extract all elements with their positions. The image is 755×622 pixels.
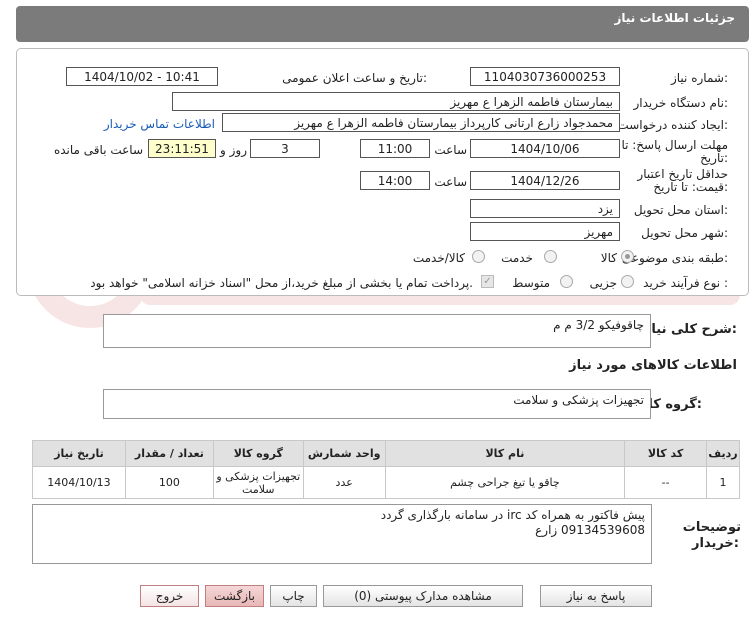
items-table: ردیف کد کالا نام کالا واحد شمارش گروه کا…: [32, 440, 740, 499]
process-label: نوع فرآیند خرید :: [643, 276, 728, 290]
category-radio-goods-service[interactable]: [472, 250, 485, 263]
cell-qty: 100: [124, 466, 214, 499]
goods-info-title: اطلاعات کالاهای مورد نیاز: [569, 358, 737, 373]
city-label: شهر محل تحویل:: [641, 226, 728, 240]
buyer-notes-label-2: خریدار:: [692, 536, 739, 551]
cell-unit: عدد: [302, 466, 386, 499]
days-label: روز و: [220, 143, 247, 157]
summary-field: چاقوفیکو 3/2 م م: [103, 314, 651, 348]
price-validity-label: حداقل تاریخ اعتبار: [637, 167, 728, 181]
page-title: جزئیات اطلاعات نیاز: [614, 11, 735, 25]
reply-date-field: 1404/10/06: [470, 139, 620, 158]
price-validity-label-2: قیمت: تا تاریخ:: [653, 180, 728, 194]
process-option-medium: متوسط: [512, 276, 550, 290]
province-field: یزد: [470, 199, 620, 218]
time-remaining-label: ساعت باقی مانده: [53, 143, 143, 157]
buyer-notes-field: پیش فاکتور به همراه کد irc در سامانه بار…: [32, 504, 652, 564]
category-option-service: خدمت: [501, 251, 533, 265]
need-number-field: 1104030736000253: [470, 67, 620, 86]
price-validity-time-label: ساعت: [434, 175, 467, 189]
goods-group-field: تجهیزات پزشکی و سلامت: [103, 389, 651, 419]
process-option-minor: جزیی: [589, 276, 617, 290]
cell-date: 1404/10/13: [32, 466, 126, 499]
table-row: 1 -- چاقو یا تیغ جراحی چشم عدد تجهیزات پ…: [32, 466, 740, 499]
cell-group: تجهیزات پزشکی و سلامت: [212, 466, 304, 499]
exit-button[interactable]: خروج: [140, 585, 199, 607]
cell-name: چاقو یا تیغ جراحی چشم: [384, 466, 626, 499]
province-label: استان محل تحویل:: [633, 203, 728, 217]
requester-field: محمدجواد زارع ارتانی کارپرداز بیمارستان …: [222, 113, 620, 132]
buyer-contact-link[interactable]: اطلاعات تماس خریدار: [104, 117, 215, 131]
price-validity-time-field: 14:00: [360, 171, 430, 190]
col-row: ردیف: [706, 440, 740, 467]
process-radio-medium[interactable]: [560, 275, 573, 288]
announce-date-label: تاریخ و ساعت اعلان عمومی:: [282, 71, 427, 85]
city-field: مهریز: [470, 222, 620, 241]
buyer-notes-label: توضیحات: [682, 520, 741, 535]
category-radio-service[interactable]: [544, 250, 557, 263]
back-button[interactable]: بازگشت: [205, 585, 264, 607]
treasury-payment-note: پرداخت تمام یا بخشی از مبلغ خرید،از محل …: [90, 276, 473, 290]
treasury-payment-checkbox[interactable]: ✓: [481, 275, 494, 288]
reply-deadline-label-2: تاریخ:: [700, 151, 728, 165]
category-option-goods: کالا: [600, 251, 617, 265]
print-button[interactable]: چاپ: [270, 585, 317, 607]
view-attachments-button[interactable]: مشاهده مدارک پیوستی (0): [323, 585, 523, 607]
requester-label: ایجاد کننده درخواست:: [617, 118, 728, 132]
price-validity-date-field: 1404/12/26: [470, 171, 620, 190]
reply-time-label: ساعت: [434, 143, 467, 157]
summary-label: شرح کلی نیاز:: [643, 322, 737, 337]
buyer-notes-line-2: 09134539608 زارع: [535, 523, 645, 537]
category-radio-goods[interactable]: [621, 250, 634, 263]
buyer-notes-line-1: پیش فاکتور به همراه کد irc در سامانه بار…: [380, 508, 645, 522]
reply-button[interactable]: پاسخ به نیاز: [540, 585, 652, 607]
cell-code: --: [624, 466, 708, 499]
col-name: نام کالا: [384, 440, 626, 467]
col-code: کد کالا: [624, 440, 708, 467]
category-label: طبقه بندی موضوعی:: [621, 251, 728, 265]
col-group: گروه کالا: [212, 440, 304, 467]
col-date: تاریخ نیاز: [32, 440, 126, 467]
announce-date-field: 1404/10/02 - 10:41: [66, 67, 218, 86]
cell-row: 1: [706, 466, 740, 499]
process-radio-minor[interactable]: [621, 275, 634, 288]
time-remaining-field: 23:11:51: [148, 139, 216, 158]
days-remaining-field: 3: [250, 139, 320, 158]
reply-time-field: 11:00: [360, 139, 430, 158]
buyer-org-label: نام دستگاه خریدار:: [633, 96, 729, 110]
items-table-header: ردیف کد کالا نام کالا واحد شمارش گروه کا…: [32, 440, 740, 467]
col-qty: تعداد / مقدار: [124, 440, 214, 467]
need-number-label: شماره نیاز:: [670, 71, 728, 85]
reply-deadline-label: مهلت ارسال پاسخ: تا: [621, 138, 728, 152]
category-option-goods-service: کالا/خدمت: [412, 251, 465, 265]
col-unit: واحد شمارش: [302, 440, 386, 467]
buyer-org-field: بیمارستان فاطمه الزهرا ع مهریز: [172, 92, 620, 111]
